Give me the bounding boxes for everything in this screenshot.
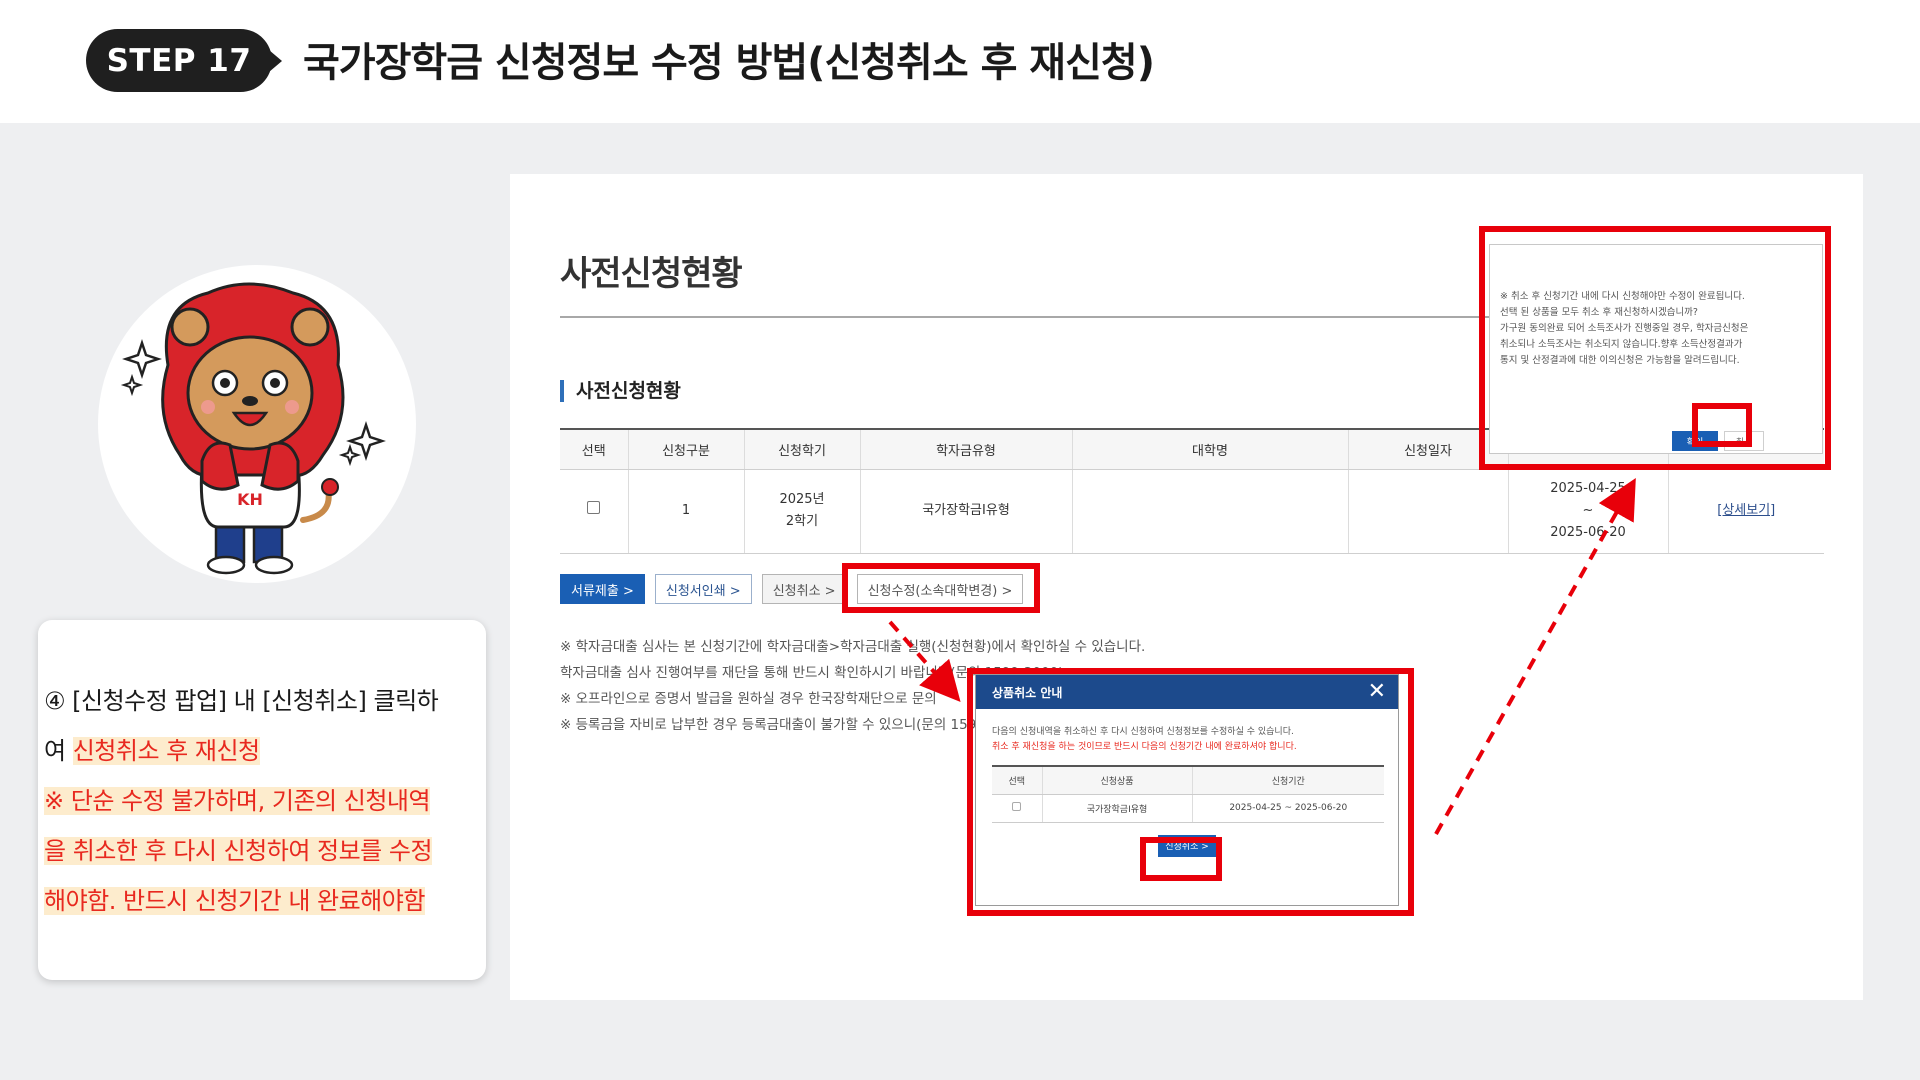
cancel-application-button[interactable]: 신청취소 >	[761, 574, 847, 604]
col-header-type: 학자금유형	[860, 428, 1073, 470]
row-date	[1348, 469, 1509, 554]
step-badge: STEP 17	[86, 29, 272, 92]
lion-mascot-icon: KH	[120, 282, 386, 575]
instruction-warning-2: 을 취소한 후 다시 신청하여 정보를 수정	[44, 837, 433, 865]
confirm-popup-highlight	[1479, 226, 1831, 470]
mascot-avatar: KH	[98, 265, 416, 583]
col-header-term: 신청학기	[744, 428, 861, 470]
col-header-category: 신청구분	[628, 428, 745, 470]
col-header-select: 선택	[560, 428, 629, 470]
detail-link[interactable]: [상세보기]	[1717, 503, 1775, 518]
row-type: 국가장학금I유형	[860, 469, 1073, 554]
instruction-line-2-prefix: 여	[44, 737, 73, 765]
instruction-warning-1: ※ 단순 수정 불가하며, 기존의 신청내역	[44, 787, 431, 815]
instruction-line-1: ④ [신청수정 팝업] 내 [신청취소] 클릭하	[44, 687, 439, 715]
notice-item: ※ 학자금대출 심사는 본 신청기간에 학자금대출>학자금대출 실행(신청현황)…	[560, 639, 1146, 655]
svg-text:KH: KH	[237, 490, 263, 509]
page-title: 국가장학금 신청정보 수정 방법(신청취소 후 재신청)	[303, 40, 1155, 86]
row-select-cell	[560, 469, 629, 554]
col-header-university: 대학명	[1072, 428, 1349, 470]
screenshot-panel: 사전신청현황 사전신청현황 선택 신청구분 신청학기 학자금유형 대학명 신청일…	[510, 174, 1863, 1000]
row-detail: [상세보기]	[1668, 469, 1824, 554]
table-row: 1 2025년 2학기 국가장학금I유형 2025-04-25 ~2025-06-2…	[560, 469, 1824, 554]
step-arrow-icon	[269, 50, 282, 72]
confirm-ok-button-highlight	[1692, 403, 1752, 447]
row-university	[1072, 469, 1349, 554]
instruction-warning-3: 해야함. 반드시 신청기간 내 완료해야함	[44, 887, 425, 915]
popup-cancel-button-highlight	[1140, 837, 1222, 881]
screen-section-title: 사전신청현황	[560, 380, 681, 402]
screen-page-title: 사전신청현황	[560, 254, 743, 294]
checkbox-icon[interactable]	[587, 501, 601, 514]
row-term: 2025년 2학기	[744, 469, 861, 554]
row-period: 2025-04-25 ~2025-06-20	[1508, 469, 1669, 554]
instruction-line-2: 여 신청취소 후 재신청	[44, 726, 480, 776]
modify-button-highlight	[842, 563, 1040, 613]
print-form-button[interactable]: 신청서인쇄 >	[654, 574, 752, 604]
row-index: 1	[628, 469, 745, 554]
instruction-card: ④ [신청수정 팝업] 내 [신청취소] 클릭하 여 신청취소 후 재신청 ※ …	[38, 620, 486, 980]
header-bar: STEP 17 국가장학금 신청정보 수정 방법(신청취소 후 재신청)	[0, 0, 1920, 123]
instruction-highlight: 신청취소 후 재신청	[72, 737, 260, 765]
submit-docs-button[interactable]: 서류제출 >	[560, 574, 645, 604]
